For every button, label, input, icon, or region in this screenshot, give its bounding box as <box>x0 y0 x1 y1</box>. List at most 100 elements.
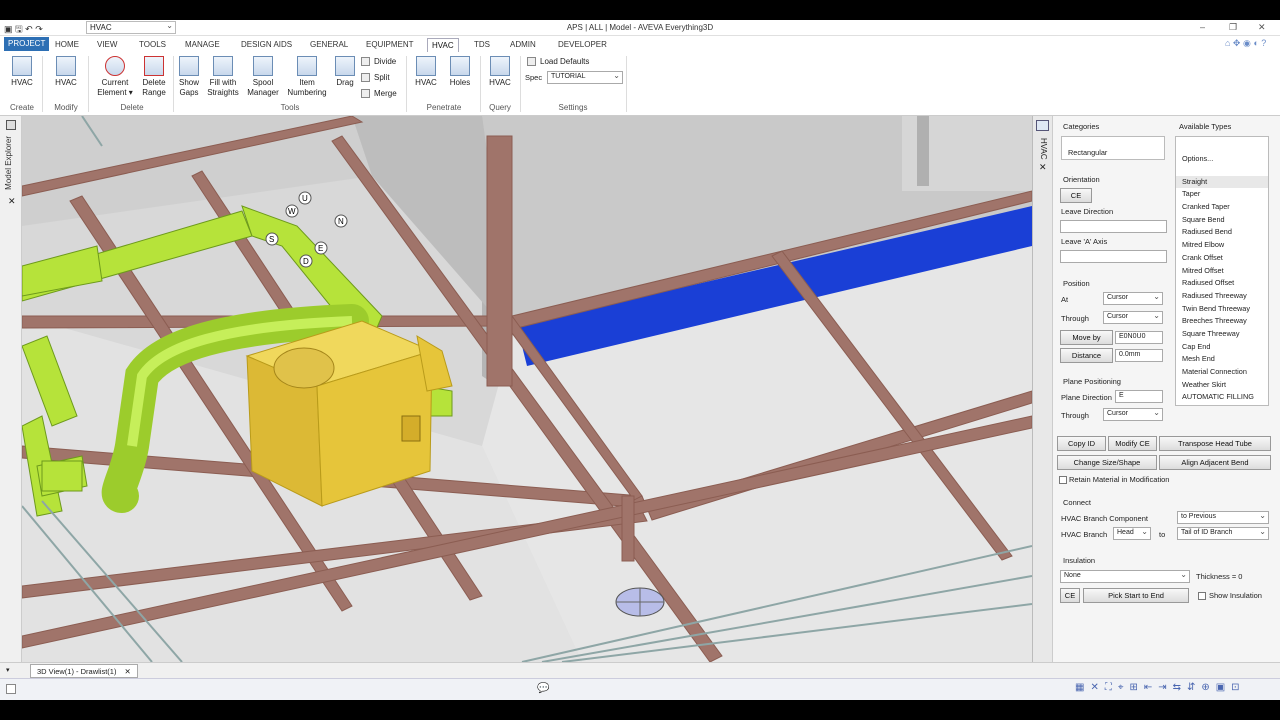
spec-select[interactable]: TUTORIAL <box>547 71 623 84</box>
restore-icon[interactable]: ❐ <box>1229 22 1237 33</box>
view-globe-icon[interactable] <box>615 587 665 617</box>
model-scene: U N W S E D <box>22 116 1032 662</box>
tab-view[interactable]: VIEW <box>93 38 121 52</box>
move-by-button[interactable]: Move by <box>1060 330 1113 345</box>
transpose-head-tube-button[interactable]: Transpose Head Tube <box>1159 436 1271 451</box>
at-select[interactable]: Cursor <box>1103 292 1163 305</box>
plane-direction-input[interactable]: E <box>1115 390 1163 403</box>
modify-hvac-button[interactable]: HVAC <box>50 56 82 88</box>
list-item[interactable]: Mitred Offset <box>1176 265 1268 278</box>
group-penetrate: Penetrate <box>426 103 462 112</box>
list-item[interactable]: Mitred Elbow <box>1176 239 1268 252</box>
create-hvac-button[interactable]: HVAC <box>6 56 38 88</box>
tab-home[interactable]: HOME <box>51 38 83 52</box>
split-button[interactable]: Split <box>361 73 390 83</box>
close-icon[interactable]: ✕ <box>1039 162 1047 173</box>
position-label: Position <box>1063 279 1090 288</box>
close-icon[interactable]: ✕ <box>8 196 16 207</box>
retain-material-checkbox[interactable] <box>1059 476 1067 484</box>
tab-design-aids[interactable]: DESIGN AIDS <box>237 38 296 52</box>
head-select[interactable]: Head <box>1113 527 1151 540</box>
list-item[interactable]: Square Bend <box>1176 214 1268 227</box>
penetrate-hvac-button[interactable]: HVAC <box>412 56 440 88</box>
modify-ce-button[interactable]: Modify CE <box>1108 436 1157 451</box>
pick-start-to-end-button[interactable]: Pick Start to End <box>1083 588 1189 603</box>
3d-viewport[interactable]: U N W S E D <box>22 116 1032 662</box>
delete-range-button[interactable]: Delete Range <box>138 56 170 98</box>
tail-branch-select[interactable]: Tail of ID Branch <box>1177 527 1269 540</box>
spool-manager-button[interactable]: Spool Manager <box>244 56 282 98</box>
tab-manage[interactable]: MANAGE <box>181 38 224 52</box>
list-item[interactable]: Taper <box>1176 188 1268 201</box>
list-item[interactable]: Weather Skirt <box>1176 379 1268 392</box>
through-select[interactable]: Cursor <box>1103 311 1163 324</box>
view-controls-icons[interactable]: ▦✕⛶⌖⊞⇤⇥⇆⇵⊕▣⊡ <box>1075 682 1246 693</box>
tab-project[interactable]: PROJECT <box>4 37 50 51</box>
item-numbering-button[interactable]: Item Numbering <box>284 56 330 98</box>
help-icons[interactable]: ⌂ ✥ ◉ ◐ ? <box>1225 38 1266 49</box>
compass-u: U <box>302 194 308 203</box>
load-defaults-button[interactable]: Load Defaults <box>527 57 589 67</box>
close-icon[interactable]: ✕ <box>1258 22 1266 33</box>
drag-button[interactable]: Drag <box>332 56 358 88</box>
insulation-select[interactable]: None <box>1060 570 1190 583</box>
penetrate-icon <box>416 56 436 76</box>
fill-straights-button[interactable]: Fill with Straights <box>204 56 242 98</box>
leave-direction-input[interactable] <box>1060 220 1167 233</box>
current-element-button[interactable]: Current Element ▾ <box>94 56 136 98</box>
branch-component-select[interactable]: to Previous <box>1177 511 1269 524</box>
divide-button[interactable]: Divide <box>361 57 396 67</box>
model-explorer-tab[interactable]: Model Explorer <box>4 136 13 190</box>
merge-button[interactable]: Merge <box>361 89 397 99</box>
categories-list[interactable]: Rectangular <box>1061 136 1165 160</box>
change-size-shape-button[interactable]: Change Size/Shape <box>1057 455 1157 470</box>
list-item[interactable]: Cranked Taper <box>1176 201 1268 214</box>
tab-general[interactable]: GENERAL <box>306 38 352 52</box>
list-item[interactable]: Cap End <box>1176 341 1268 354</box>
query-hvac-button[interactable]: HVAC <box>484 56 516 88</box>
tab-tools[interactable]: TOOLS <box>135 38 170 52</box>
list-item[interactable]: Breeches Threeway <box>1176 315 1268 328</box>
model-explorer-icon[interactable] <box>6 120 16 130</box>
doc-tabs-menu-icon[interactable]: ▾ <box>6 666 10 674</box>
insulation-ce-button[interactable]: CE <box>1060 588 1080 603</box>
ribbon: HVAC Create HVAC Modify Current Element … <box>0 52 1280 116</box>
minimize-icon[interactable]: – <box>1200 22 1205 32</box>
options-item[interactable]: Options... <box>1176 153 1268 166</box>
copy-id-button[interactable]: Copy ID <box>1057 436 1106 451</box>
distance-button[interactable]: Distance <box>1060 348 1113 363</box>
list-item[interactable]: Radiused Threeway <box>1176 290 1268 303</box>
tab-tds[interactable]: TDS <box>470 38 494 52</box>
chat-icon[interactable]: 💬 <box>537 683 549 694</box>
tab-admin[interactable]: ADMIN <box>506 38 540 52</box>
orientation-ce-button[interactable]: CE <box>1060 188 1092 203</box>
distance-input[interactable]: 0.0mm <box>1115 349 1163 362</box>
close-icon[interactable]: ✕ <box>124 667 130 676</box>
list-item[interactable]: Straight <box>1176 175 1268 189</box>
tab-developer[interactable]: DEVELOPER <box>554 38 611 52</box>
categories-value[interactable]: Rectangular <box>1062 147 1164 159</box>
tab-equipment[interactable]: EQUIPMENT <box>362 38 418 52</box>
list-item[interactable]: Mesh End <box>1176 353 1268 366</box>
show-insulation-checkbox[interactable] <box>1198 592 1206 600</box>
holes-button[interactable]: Holes <box>444 56 476 88</box>
leave-a-axis-input[interactable] <box>1060 250 1167 263</box>
orientation-label: Orientation <box>1063 175 1100 184</box>
list-item[interactable]: Square Threeway <box>1176 328 1268 341</box>
list-item[interactable]: Material Connection <box>1176 366 1268 379</box>
list-item[interactable]: AUTOMATIC FILLING <box>1176 391 1268 404</box>
leave-direction-label: Leave Direction <box>1061 207 1114 216</box>
list-item[interactable]: Twin Bend Threeway <box>1176 303 1268 316</box>
plane-through-select[interactable]: Cursor <box>1103 408 1163 421</box>
show-gaps-button[interactable]: Show Gaps <box>176 56 202 98</box>
tab-hvac[interactable]: HVAC <box>427 38 459 52</box>
doc-tab-3d-view[interactable]: 3D View(1) - Drawlist(1) ✕ <box>30 664 138 678</box>
move-by-input[interactable]: E0N0U0 <box>1115 331 1163 344</box>
list-item[interactable]: Crank Offset <box>1176 252 1268 265</box>
align-adjacent-bend-button[interactable]: Align Adjacent Bend <box>1159 455 1271 470</box>
hvac-panel-tab[interactable]: HVAC <box>1039 138 1048 160</box>
available-types-list[interactable]: Options... Straight Taper Cranked Taper … <box>1175 136 1269 406</box>
branch-component-label: HVAC Branch Component <box>1061 514 1148 523</box>
list-item[interactable]: Radiused Bend <box>1176 226 1268 239</box>
list-item[interactable]: Radiused Offset <box>1176 277 1268 290</box>
